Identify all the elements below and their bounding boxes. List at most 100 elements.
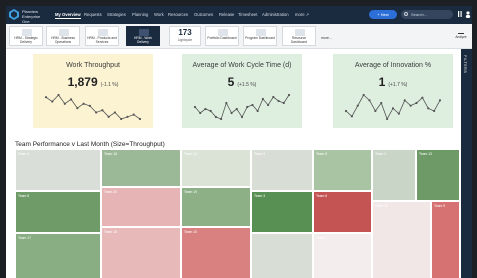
tab-program-dashboard[interactable]: Program Dashboard [243, 26, 277, 46]
search-placeholder: Search... [411, 12, 428, 17]
nav-outcomes[interactable]: Outcomes [194, 12, 213, 17]
tab-thumbnail [256, 29, 266, 36]
nav-more[interactable]: more ↗ [295, 12, 309, 17]
sparkline-point [199, 111, 202, 115]
tab-kpi-tile[interactable]: 173 Lightcycle [169, 26, 201, 46]
tab-resource-dashboard[interactable]: Resource Dashboard [282, 26, 316, 46]
sparkline-point [76, 106, 79, 110]
sparkline-point [69, 98, 73, 101]
kpi-title: Work Throughput [66, 62, 120, 69]
sparkline-point [193, 105, 197, 109]
new-button[interactable]: + New [369, 10, 397, 19]
kpi-change: (+1.7 %) [388, 82, 408, 88]
cell-label: Team 13 [419, 152, 433, 156]
sparkline-point [403, 99, 406, 102]
tab-label: HRM - Business Operations [51, 36, 75, 44]
sparkline-point [235, 107, 238, 111]
kpi-value-row: 5 (+1.5 %) [182, 75, 302, 89]
tab-thumbnail [22, 29, 32, 36]
search-input[interactable]: Search... [401, 10, 453, 19]
cell-label: Team 3 [254, 194, 266, 198]
sparkline-point [391, 107, 395, 110]
notifications-icon[interactable] [457, 11, 463, 18]
sparkline-path [45, 94, 141, 120]
cell-label: Team 8 [18, 194, 30, 198]
tab-thumbnail [59, 29, 69, 36]
brand-line-2: Enterprise One [22, 14, 41, 24]
sparkline-point [344, 109, 348, 113]
treemap-cell-team-11[interactable]: Team 11 [372, 201, 431, 278]
tab-products-and-services[interactable]: HRM - Products and Services [85, 26, 119, 46]
treemap-cell-team-15[interactable]: Team 15 [101, 227, 181, 278]
cell-label: Team 11 [375, 204, 388, 208]
cell-label: Team 19 [184, 190, 198, 194]
cell-label: Team 18 [104, 152, 118, 156]
kpi-card-avg-cycle-time[interactable]: Average of Work Cycle Time (d) 5 (+1.5 %) [182, 54, 302, 128]
treemap-cell-team-10[interactable]: Team 10 [181, 227, 251, 278]
tab-label: HRM - Products and Services [87, 36, 117, 44]
planview-logo-icon [9, 9, 19, 20]
nav-planning[interactable]: Planning [132, 12, 148, 17]
sparkline-point [282, 101, 285, 105]
cell-label: Team 7 [316, 236, 328, 240]
treemap-cell-team-17[interactable]: Team 17 [15, 233, 101, 278]
treemap-cell-team-20[interactable]: Team 20 [101, 187, 181, 227]
sparkline-point [113, 111, 117, 114]
nav-my-overview[interactable]: My Overview [55, 12, 81, 19]
tab-strategic-delivery[interactable]: HRM - Strategic Delivery [9, 26, 43, 46]
sparkline-point [126, 115, 129, 118]
team-performance-treemap: Team 4 Team 18 Team 14 Team 9 Team 5 Tea… [15, 149, 460, 278]
sparkline-point [356, 104, 359, 107]
treemap-cell-team-14[interactable]: Team 14 [181, 149, 251, 187]
treemap-cell-team-7[interactable]: Team 7 [313, 233, 372, 278]
kpi-card-work-throughput[interactable]: Work Throughput 1,879 (-1.1 %) [33, 54, 153, 128]
sparkline-point [101, 109, 104, 112]
treemap-cell-team-6[interactable]: Team 6 [313, 191, 372, 233]
nav-administration[interactable]: Administration [262, 12, 289, 17]
sparkline-point [251, 103, 254, 107]
treemap-cell-team-19[interactable]: Team 19 [181, 187, 251, 227]
kpi-value: 5 [227, 75, 235, 89]
kpi-tile-value: 173 [178, 28, 192, 37]
kpi-card-avg-innovation[interactable]: Average of Innovation % 1 (+1.7 %) [333, 54, 453, 128]
more-tabs-link[interactable]: more... [321, 36, 332, 40]
tab-work-delivery[interactable]: HRM - Work Delivery [126, 26, 160, 46]
treemap-cell-unlabeled[interactable] [251, 233, 313, 278]
treemap-cell-team-3[interactable]: Team 3 [251, 191, 313, 233]
tab-business-operations[interactable]: HRM - Business Operations [46, 26, 80, 46]
nav-timesheet[interactable]: Timesheet [238, 12, 257, 17]
treemap-cell-team-4[interactable]: Team 4 [15, 149, 101, 191]
sparkline-point [220, 117, 223, 121]
sparkline-point [272, 95, 275, 99]
cell-label: Team 2 [375, 152, 387, 156]
treemap-cell-team-13[interactable]: Team 13 [416, 149, 460, 201]
cell-label: Team 17 [18, 236, 32, 240]
kpi-sparkline [44, 93, 142, 121]
filters-label: FILTERS [463, 55, 467, 74]
sparkline-point [107, 115, 110, 118]
sparkline-point [204, 107, 207, 111]
treemap-cell-team-2[interactable]: Team 2 [372, 149, 416, 201]
cell-label: Team 5 [316, 152, 328, 156]
treemap-cell-team-8[interactable]: Team 8 [15, 191, 101, 233]
nav-resources[interactable]: Resources [168, 12, 188, 17]
treemap-cell-team-5[interactable]: Team 5 [313, 149, 372, 191]
kpi-sparkline [193, 93, 291, 121]
nav-work[interactable]: Work [154, 12, 164, 17]
tab-portfolio-dashboard[interactable]: Portfolio Dashboard [205, 26, 239, 46]
filters-panel-toggle[interactable]: FILTERS [461, 49, 472, 278]
tab-thumbnail [98, 29, 108, 36]
treemap-cell-team-9b[interactable]: Team 9 [431, 201, 460, 278]
cell-label: Team 10 [184, 230, 198, 234]
nav-release[interactable]: Release [219, 12, 234, 17]
tab-thumbnail [139, 29, 149, 36]
user-menu-icon[interactable] [465, 11, 471, 18]
analyze-button[interactable]: Analyze [452, 28, 470, 44]
nav-strategies[interactable]: Strategies [107, 12, 126, 17]
nav-requests[interactable]: Requests [84, 12, 102, 17]
sparkline-point [225, 101, 228, 105]
sparkline-point [95, 111, 98, 114]
treemap-cell-team-9[interactable]: Team 9 [251, 149, 313, 191]
treemap-cell-team-18[interactable]: Team 18 [101, 149, 181, 187]
cell-label: Team 9 [254, 152, 266, 156]
